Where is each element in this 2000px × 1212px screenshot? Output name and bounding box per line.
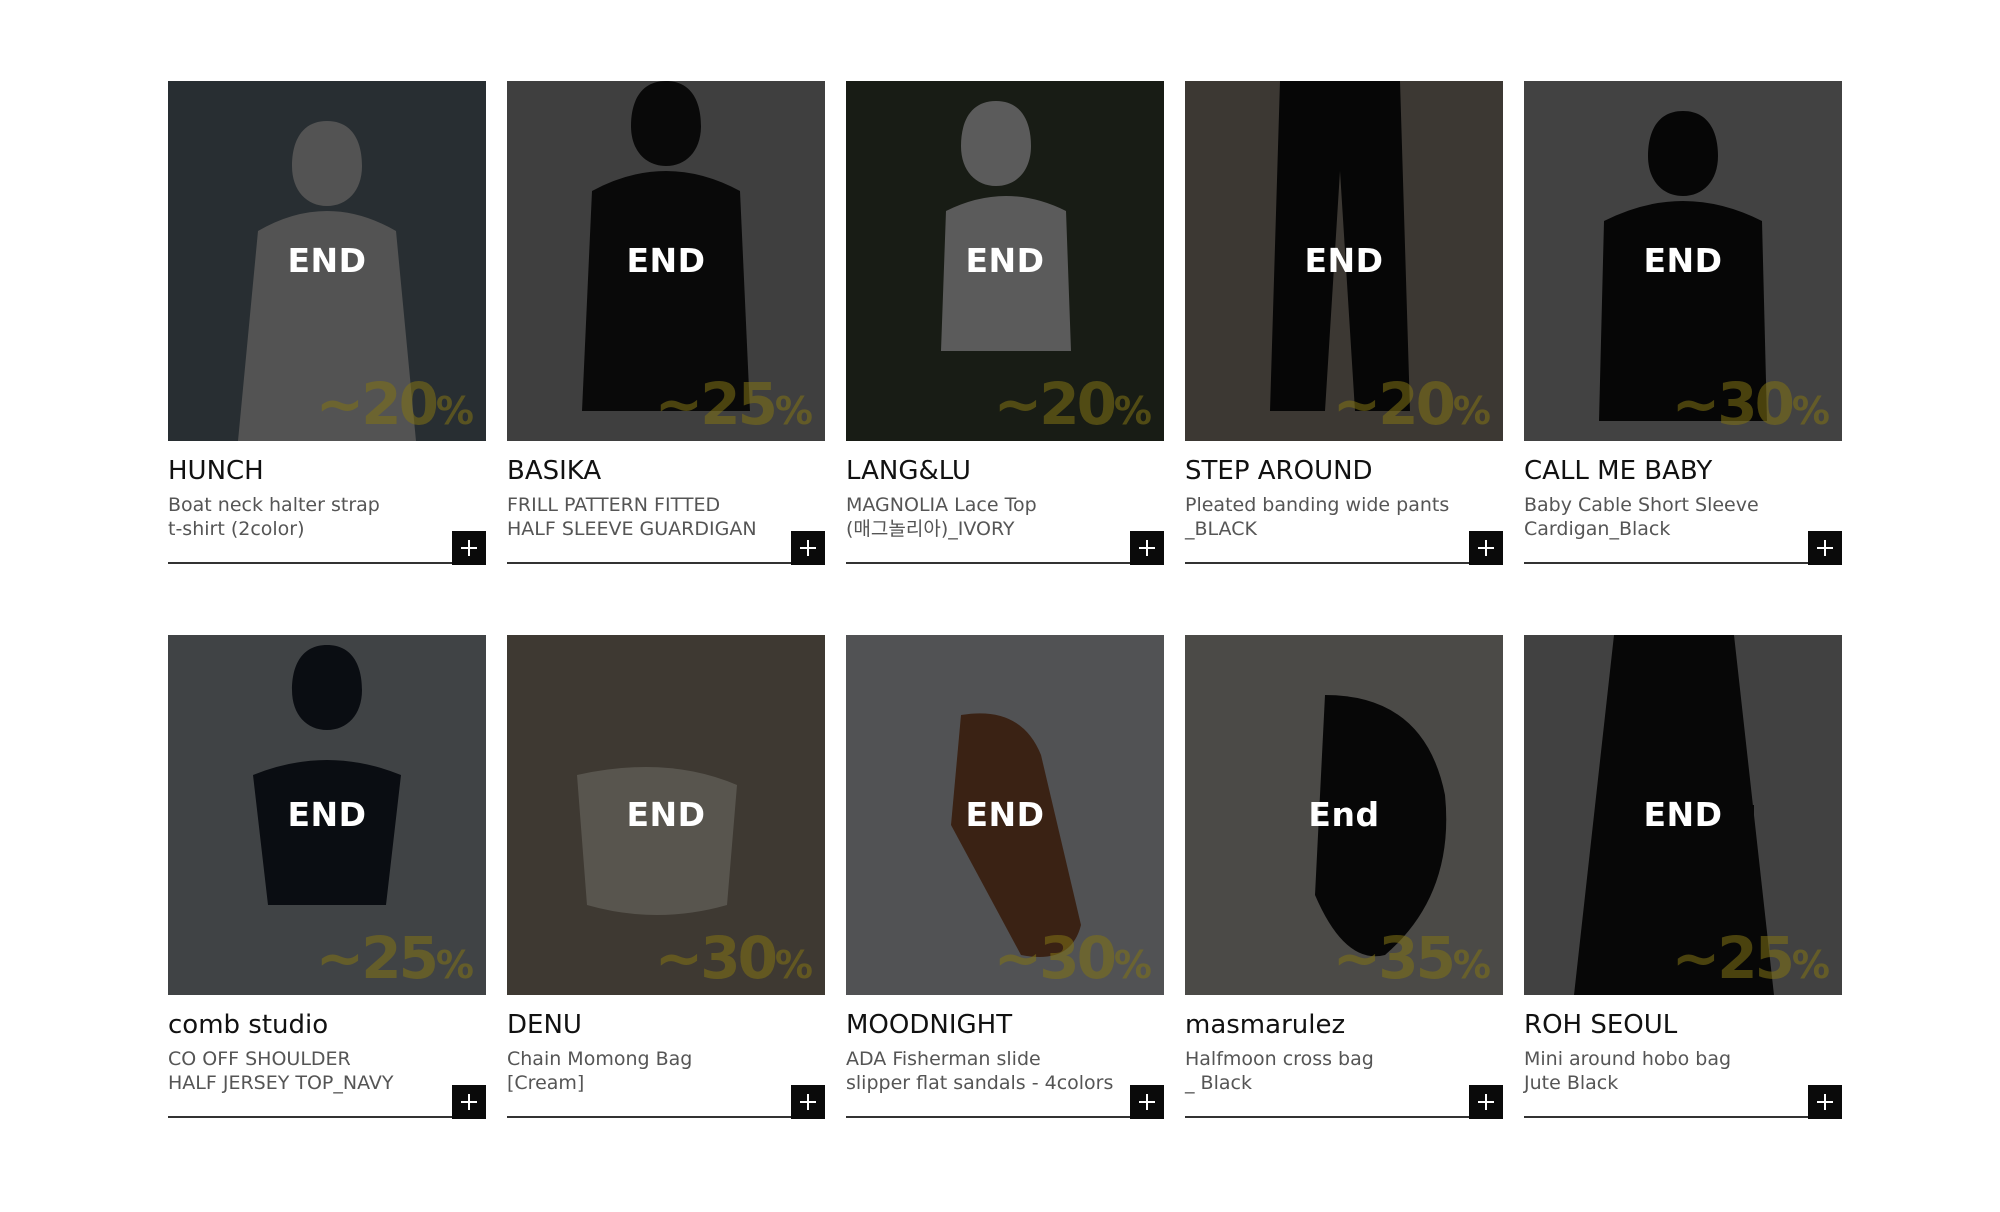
plus-icon <box>1817 540 1833 556</box>
product-thumbnail[interactable]: END ~30% <box>507 635 825 995</box>
discount-badge: ~25% <box>315 924 474 992</box>
plus-icon <box>1139 540 1155 556</box>
plus-icon <box>1478 540 1494 556</box>
product-thumbnail[interactable]: END ~20% <box>1185 81 1503 441</box>
divider <box>507 562 825 564</box>
add-to-cart-button[interactable] <box>1469 1085 1503 1119</box>
divider <box>846 1116 1164 1118</box>
discount-badge: ~30% <box>1671 370 1830 438</box>
brand-name[interactable]: DENU <box>507 1010 582 1040</box>
product-description[interactable]: ADA Fisherman slide slipper flat sandals … <box>846 1047 1126 1095</box>
plus-icon <box>1478 1094 1494 1110</box>
product-card[interactable]: END ~30% CALL ME BABY Baby Cable Short S… <box>1524 81 1842 565</box>
product-card[interactable]: END ~20% HUNCH Boat neck halter strap t-s… <box>168 81 486 565</box>
add-to-cart-button[interactable] <box>1808 1085 1842 1119</box>
discount-badge: ~25% <box>1671 924 1830 992</box>
product-description[interactable]: Baby Cable Short Sleeve Cardigan_Black <box>1524 493 1804 541</box>
brand-name[interactable]: MOODNIGHT <box>846 1010 1012 1040</box>
add-to-cart-button[interactable] <box>791 1085 825 1119</box>
product-card[interactable]: End ~35% masmarulez Halfmoon cross bag _ … <box>1185 635 1503 1119</box>
add-to-cart-button[interactable] <box>1469 531 1503 565</box>
brand-name[interactable]: masmarulez <box>1185 1010 1345 1040</box>
divider <box>1524 562 1842 564</box>
brand-name[interactable]: CALL ME BABY <box>1524 456 1712 486</box>
add-to-cart-button[interactable] <box>452 1085 486 1119</box>
divider <box>168 1116 486 1118</box>
product-description[interactable]: CO OFF SHOULDER HALF JERSEY TOP_NAVY <box>168 1047 448 1095</box>
sale-ended-label: END <box>626 241 706 280</box>
product-card[interactable]: END ~20% LANG&LU MAGNOLIA Lace Top (매그놀리아… <box>846 81 1164 565</box>
sale-ended-label: END <box>1304 241 1384 280</box>
product-thumbnail[interactable]: END ~30% <box>846 635 1164 995</box>
plus-icon <box>1817 1094 1833 1110</box>
product-thumbnail[interactable]: END ~25% <box>507 81 825 441</box>
product-card[interactable]: END ~30% MOODNIGHT ADA Fisherman slide sl… <box>846 635 1164 1119</box>
discount-badge: ~20% <box>315 370 474 438</box>
divider <box>507 1116 825 1118</box>
divider <box>846 562 1164 564</box>
discount-badge: ~30% <box>654 924 813 992</box>
add-to-cart-button[interactable] <box>1130 1085 1164 1119</box>
product-card[interactable]: END ~30% DENU Chain Momong Bag [Cream] <box>507 635 825 1119</box>
divider <box>1185 1116 1503 1118</box>
product-thumbnail[interactable]: END ~25% <box>1524 635 1842 995</box>
product-card[interactable]: END ~25% BASIKA FRILL PATTERN FITTED HALF… <box>507 81 825 565</box>
brand-name[interactable]: STEP AROUND <box>1185 456 1373 486</box>
sale-ended-label: END <box>626 795 706 834</box>
product-description[interactable]: FRILL PATTERN FITTED HALF SLEEVE GUARDIGA… <box>507 493 787 541</box>
product-grid: END ~20% HUNCH Boat neck halter strap t-s… <box>168 81 1843 1119</box>
product-card[interactable]: END ~25% comb studio CO OFF SHOULDER HALF… <box>168 635 486 1119</box>
discount-badge: ~30% <box>993 924 1152 992</box>
brand-name[interactable]: ROH SEOUL <box>1524 1010 1677 1040</box>
product-thumbnail[interactable]: END ~20% <box>846 81 1164 441</box>
brand-name[interactable]: comb studio <box>168 1010 328 1040</box>
product-thumbnail[interactable]: END ~25% <box>168 635 486 995</box>
product-thumbnail[interactable]: END ~20% <box>168 81 486 441</box>
sale-ended-label: END <box>965 795 1045 834</box>
product-description[interactable]: Halfmoon cross bag _ Black <box>1185 1047 1465 1095</box>
discount-badge: ~35% <box>1332 924 1491 992</box>
divider <box>1185 562 1503 564</box>
brand-name[interactable]: BASIKA <box>507 456 601 486</box>
sale-ended-label: END <box>965 241 1045 280</box>
discount-badge: ~25% <box>654 370 813 438</box>
product-description[interactable]: MAGNOLIA Lace Top (매그놀리아)_IVORY <box>846 493 1126 541</box>
sale-ended-label: END <box>287 241 367 280</box>
divider <box>168 562 486 564</box>
discount-badge: ~20% <box>993 370 1152 438</box>
discount-badge: ~20% <box>1332 370 1491 438</box>
plus-icon <box>800 540 816 556</box>
add-to-cart-button[interactable] <box>452 531 486 565</box>
plus-icon <box>1139 1094 1155 1110</box>
product-description[interactable]: Pleated banding wide pants _BLACK <box>1185 493 1465 541</box>
brand-name[interactable]: HUNCH <box>168 456 264 486</box>
add-to-cart-button[interactable] <box>1808 531 1842 565</box>
product-card[interactable]: END ~25% ROH SEOUL Mini around hobo bag J… <box>1524 635 1842 1119</box>
plus-icon <box>461 540 477 556</box>
sale-ended-label: END <box>1643 241 1723 280</box>
sale-ended-label: End <box>1308 795 1380 834</box>
product-description[interactable]: Chain Momong Bag [Cream] <box>507 1047 787 1095</box>
add-to-cart-button[interactable] <box>791 531 825 565</box>
product-description[interactable]: Mini around hobo bag Jute Black <box>1524 1047 1804 1095</box>
add-to-cart-button[interactable] <box>1130 531 1164 565</box>
product-thumbnail[interactable]: END ~30% <box>1524 81 1842 441</box>
divider <box>1524 1116 1842 1118</box>
product-card[interactable]: END ~20% STEP AROUND Pleated banding wid… <box>1185 81 1503 565</box>
plus-icon <box>800 1094 816 1110</box>
brand-name[interactable]: LANG&LU <box>846 456 971 486</box>
product-description[interactable]: Boat neck halter strap t-shirt (2color) <box>168 493 448 541</box>
sale-ended-label: END <box>287 795 367 834</box>
sale-ended-label: END <box>1643 795 1723 834</box>
plus-icon <box>461 1094 477 1110</box>
product-thumbnail[interactable]: End ~35% <box>1185 635 1503 995</box>
